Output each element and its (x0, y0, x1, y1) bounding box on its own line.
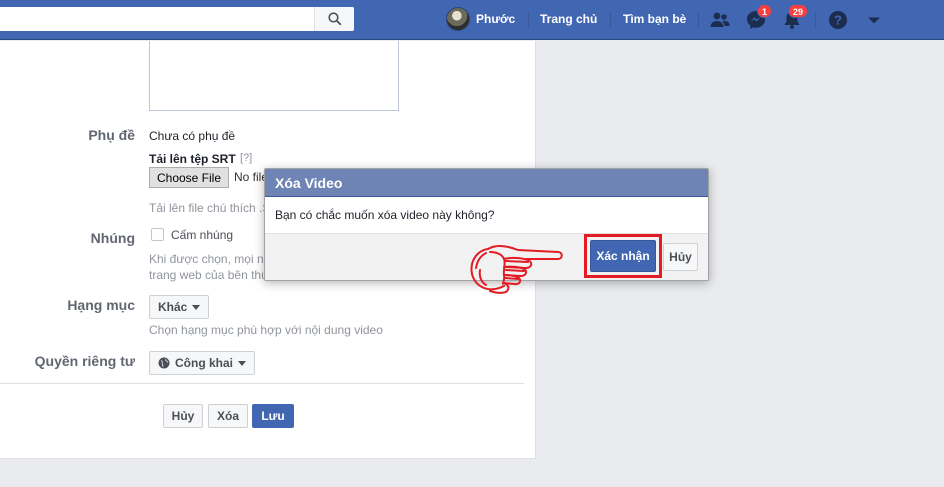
cancel-button[interactable]: Hủy (163, 404, 203, 428)
no-file-text: No file (234, 170, 269, 184)
globe-icon (158, 357, 170, 369)
account-menu-button[interactable] (862, 8, 886, 32)
subtitle-label: Phụ đề (88, 127, 135, 143)
upload-hint: Tải lên file chú thích .S (149, 201, 271, 215)
chevron-down-icon (192, 304, 201, 310)
search-input[interactable] (0, 7, 354, 31)
search-button[interactable] (314, 7, 354, 31)
description-textarea[interactable] (149, 41, 399, 111)
privacy-dropdown[interactable]: Công khai (149, 351, 256, 375)
category-label: Hạng mục (67, 297, 135, 313)
caret-down-icon (868, 17, 880, 24)
category-dropdown[interactable]: Khác (149, 295, 210, 319)
messages-badge: 1 (757, 4, 773, 18)
nav-divider (610, 12, 611, 28)
top-navigation-bar: Phước Trang chủ Tìm bạn bè 1 29 ? (0, 0, 944, 40)
privacy-value: Công khai (175, 356, 234, 370)
embed-hint-line-2: trang web của bên thứ (149, 268, 270, 282)
pointing-hand-icon (470, 245, 563, 294)
confirm-button[interactable]: Xác nhận (590, 240, 656, 272)
nav-divider (815, 12, 816, 28)
delete-button[interactable]: Xóa (208, 404, 248, 428)
upload-srt-label: Tải lên tệp SRT (149, 152, 236, 166)
notifications-badge: 29 (788, 4, 809, 18)
dialog-message: Bạn có chắc muốn xóa video này không? (265, 197, 708, 234)
embed-hint-line-1: Khi được chọn, mọi ng (149, 252, 271, 266)
privacy-label: Quyền riêng tư (34, 353, 135, 369)
chevron-down-icon (238, 360, 247, 366)
dialog-cancel-button[interactable]: Hủy (663, 243, 698, 271)
home-link[interactable]: Trang chủ (540, 12, 597, 26)
upload-srt-help-link[interactable]: [?] (240, 152, 252, 164)
disable-embed-label: Cấm nhúng (171, 228, 234, 242)
nav-divider (698, 12, 699, 28)
category-hint: Chọn hạng mục phù hợp với nội dung video (149, 323, 383, 337)
help-icon: ? (829, 11, 847, 29)
category-value: Khác (158, 300, 188, 314)
help-button[interactable]: ? (826, 8, 850, 32)
avatar (446, 7, 470, 31)
friend-requests-button[interactable] (708, 8, 732, 32)
friends-icon (710, 12, 730, 27)
find-friends-link[interactable]: Tìm bạn bè (623, 12, 686, 26)
choose-file-button[interactable]: Choose File (149, 167, 229, 188)
nav-divider (528, 12, 529, 28)
form-divider (0, 383, 524, 384)
profile-link[interactable]: Phước (446, 7, 516, 31)
dialog-title: Xóa Video (265, 169, 708, 197)
search-icon (327, 12, 341, 26)
user-name: Phước (476, 12, 516, 26)
disable-embed-checkbox[interactable] (151, 228, 164, 241)
svg-text:?: ? (834, 13, 842, 28)
save-button[interactable]: Lưu (252, 404, 294, 428)
subtitle-value: Chưa có phụ đề (149, 129, 236, 143)
embed-label: Nhúng (90, 230, 135, 246)
